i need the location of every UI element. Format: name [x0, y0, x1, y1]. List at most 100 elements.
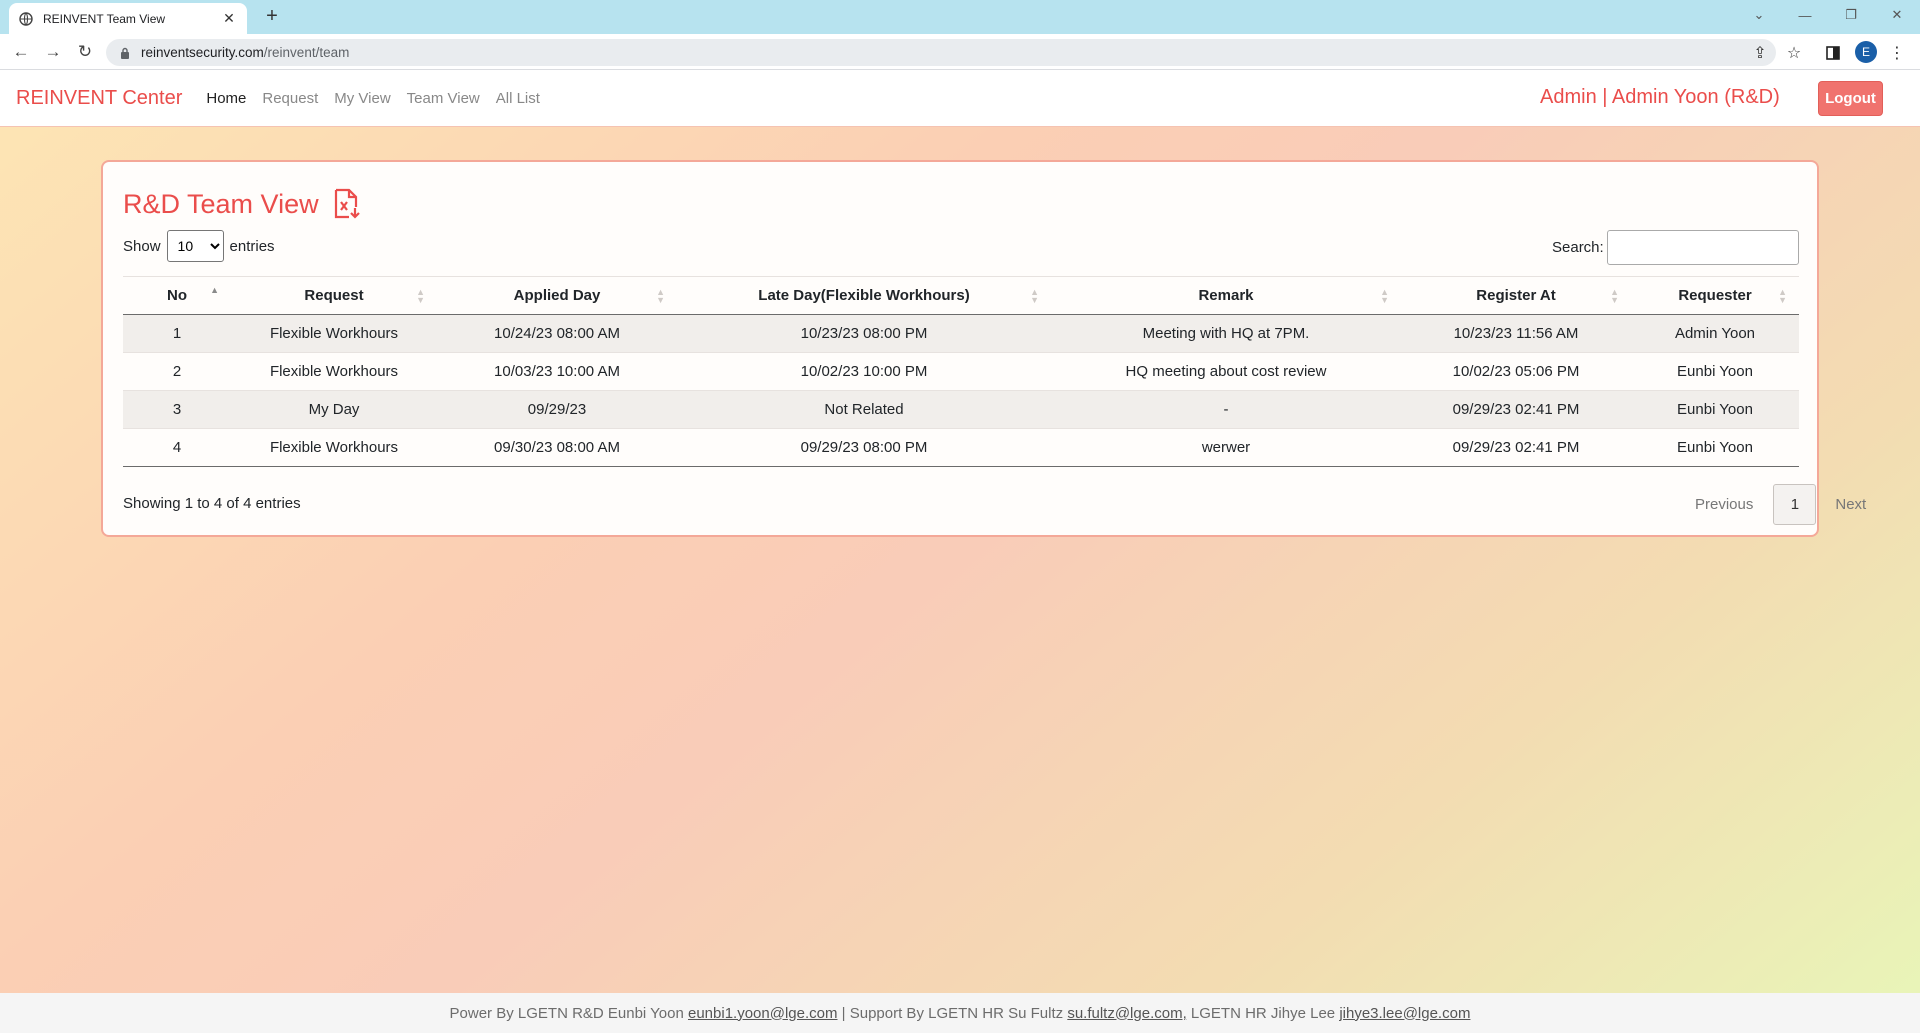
cell-late-day: 10/02/23 10:00 PM	[800, 363, 928, 380]
logout-button[interactable]: Logout	[1818, 81, 1883, 116]
page-title: R&D Team View	[123, 188, 319, 219]
column-header-register-at[interactable]: Register At ▲ ▼	[1401, 277, 1631, 315]
table-info: Showing 1 to 4 of 4 entries	[123, 495, 301, 512]
previous-button[interactable]: Previous	[1695, 496, 1753, 513]
search-input[interactable]	[1606, 230, 1799, 265]
cell-requester: Eunbi Yoon	[1677, 401, 1753, 418]
tab-search-icon[interactable]: ⌄	[1736, 0, 1782, 30]
cell-request: Flexible Workhours	[269, 363, 399, 380]
new-tab-button[interactable]: +	[261, 5, 283, 28]
team-table: No ▲ Request ▲ ▼ Applied Day ▲ ▼ Late Day(Fle…	[123, 276, 1799, 467]
back-icon[interactable]: ←	[9, 40, 33, 64]
table-search: Search:	[1552, 230, 1799, 265]
page-length-select[interactable]: 10	[166, 230, 224, 262]
cell-applied-day: 09/29/23	[527, 401, 587, 418]
table-row[interactable]: 4 Flexible Workhours 09/30/23 08:00 AM 0…	[123, 429, 1799, 467]
minimize-icon[interactable]: —	[1782, 0, 1828, 30]
column-header-applied-day[interactable]: Applied Day ▲ ▼	[437, 277, 677, 315]
page-background: REINVENT Center Home Request My View Tea…	[0, 70, 1920, 1033]
cell-applied-day: 09/30/23 08:00 AM	[494, 439, 620, 456]
nav-my-view[interactable]: My View	[334, 90, 390, 107]
cell-requester: Admin Yoon	[1674, 325, 1756, 342]
cell-no: 1	[172, 325, 182, 342]
cell-request: My Day	[308, 401, 360, 418]
cell-remark: -	[1223, 401, 1229, 418]
page-length-control: Show 10 entries	[123, 230, 275, 262]
sort-icon: ▲ ▼	[1778, 287, 1787, 305]
team-view-card: R&D Team View Show 10 entries Search: No…	[101, 160, 1866, 537]
search-label: Search:	[1552, 239, 1604, 256]
cell-remark: werwer	[1201, 439, 1251, 456]
cell-remark: Meeting with HQ at 7PM.	[1142, 325, 1310, 342]
side-panel-icon[interactable]	[1822, 42, 1844, 64]
cell-applied-day: 10/24/23 08:00 AM	[494, 325, 620, 342]
entries-label: entries	[229, 237, 275, 255]
sort-icon: ▲ ▼	[1610, 287, 1619, 305]
footer-credit-3: LGETN HR Jihye Lee	[1186, 1004, 1340, 1022]
restore-icon[interactable]: ❐	[1828, 0, 1874, 30]
top-navbar: REINVENT Center Home Request My View Tea…	[0, 70, 1920, 127]
footer-credit-2: | Support By LGETN HR Su Fultz	[837, 1004, 1068, 1022]
sort-icon: ▲ ▼	[656, 287, 665, 305]
url-text: reinventsecurity.com/reinvent/team	[141, 45, 350, 60]
lock-icon	[120, 47, 130, 59]
sort-icon: ▲ ▼	[416, 287, 425, 305]
column-header-no[interactable]: No ▲	[123, 277, 231, 315]
cell-requester: Eunbi Yoon	[1677, 363, 1753, 380]
address-toolbar: ← → ↻ reinventsecurity.com/reinvent/team…	[0, 34, 1920, 70]
nav-team-view[interactable]: Team View	[407, 90, 480, 107]
card-header: R&D Team View	[123, 188, 361, 220]
column-header-request[interactable]: Request ▲ ▼	[231, 277, 437, 315]
table-row[interactable]: 1 Flexible Workhours 10/24/23 08:00 AM 1…	[123, 314, 1799, 353]
cell-applied-day: 10/03/23 10:00 AM	[494, 363, 620, 380]
bookmark-star-icon[interactable]: ☆	[1783, 42, 1805, 64]
table-header-row: No ▲ Request ▲ ▼ Applied Day ▲ ▼ Late Day(Fle…	[123, 276, 1799, 315]
cell-no: 4	[172, 439, 182, 456]
cell-no: 2	[172, 363, 182, 380]
sort-asc-icon: ▲	[210, 285, 219, 295]
cell-late-day: Not Related	[824, 401, 904, 418]
sort-icon: ▲ ▼	[1380, 287, 1389, 305]
page-1-button[interactable]: 1	[1773, 484, 1817, 525]
column-header-requester[interactable]: Requester ▲ ▼	[1631, 277, 1799, 315]
cell-late-day: 09/29/23 08:00 PM	[800, 439, 928, 456]
footer-email-link-2[interactable]: su.fultz@lge.com,	[1067, 1005, 1186, 1022]
table-row[interactable]: 3 My Day 09/29/23 Not Related - 09/29/23…	[123, 390, 1799, 429]
browser-tab[interactable]: REINVENT Team View ✕	[9, 3, 247, 34]
cell-late-day: 10/23/23 08:00 PM	[800, 325, 928, 342]
close-window-icon[interactable]: ✕	[1874, 0, 1920, 30]
close-tab-icon[interactable]: ✕	[221, 10, 237, 27]
brand-logo[interactable]: REINVENT Center	[16, 87, 182, 110]
reload-icon[interactable]: ↻	[73, 40, 97, 64]
show-label: Show	[123, 237, 161, 255]
profile-avatar[interactable]: E	[1855, 41, 1877, 63]
pagination: Previous 1 Next	[1695, 484, 1866, 525]
forward-icon[interactable]: →	[41, 40, 65, 64]
cell-request: Flexible Workhours	[269, 439, 399, 456]
browser-tab-bar: REINVENT Team View ✕ + ⌄ — ❐ ✕	[0, 0, 1920, 34]
table-row[interactable]: 2 Flexible Workhours 10/03/23 10:00 AM 1…	[123, 353, 1799, 391]
cell-register-at: 09/29/23 02:41 PM	[1452, 401, 1580, 418]
cell-register-at: 10/02/23 05:06 PM	[1452, 363, 1580, 380]
next-button[interactable]: Next	[1835, 496, 1866, 513]
cell-register-at: 10/23/23 11:56 AM	[1453, 325, 1579, 342]
excel-download-icon[interactable]	[333, 188, 361, 220]
column-header-late-day[interactable]: Late Day(Flexible Workhours) ▲ ▼	[677, 277, 1051, 315]
cell-no: 3	[172, 401, 182, 418]
cell-requester: Eunbi Yoon	[1677, 439, 1753, 456]
footer-email-link-3[interactable]: jihye3.lee@lge.com	[1339, 1005, 1470, 1022]
column-header-remark[interactable]: Remark ▲ ▼	[1051, 277, 1401, 315]
share-icon[interactable]: ⇪	[1749, 42, 1771, 64]
footer-email-link-1[interactable]: eunbi1.yoon@lge.com	[688, 1005, 838, 1022]
nav-home[interactable]: Home	[206, 90, 246, 107]
cell-register-at: 09/29/23 02:41 PM	[1452, 439, 1580, 456]
footer: Power By LGETN R&D Eunbi Yoon eunbi1.yoo…	[0, 993, 1920, 1033]
address-bar[interactable]: reinventsecurity.com/reinvent/team	[106, 39, 1776, 66]
nav-all-list[interactable]: All List	[496, 90, 540, 107]
cell-remark: HQ meeting about cost review	[1125, 363, 1327, 380]
browser-menu-icon[interactable]: ⋮	[1886, 42, 1908, 64]
tab-title: REINVENT Team View	[43, 11, 166, 26]
nav-request[interactable]: Request	[262, 90, 318, 107]
footer-credit-1: Power By LGETN R&D Eunbi Yoon	[449, 1004, 688, 1022]
globe-icon	[19, 11, 33, 26]
